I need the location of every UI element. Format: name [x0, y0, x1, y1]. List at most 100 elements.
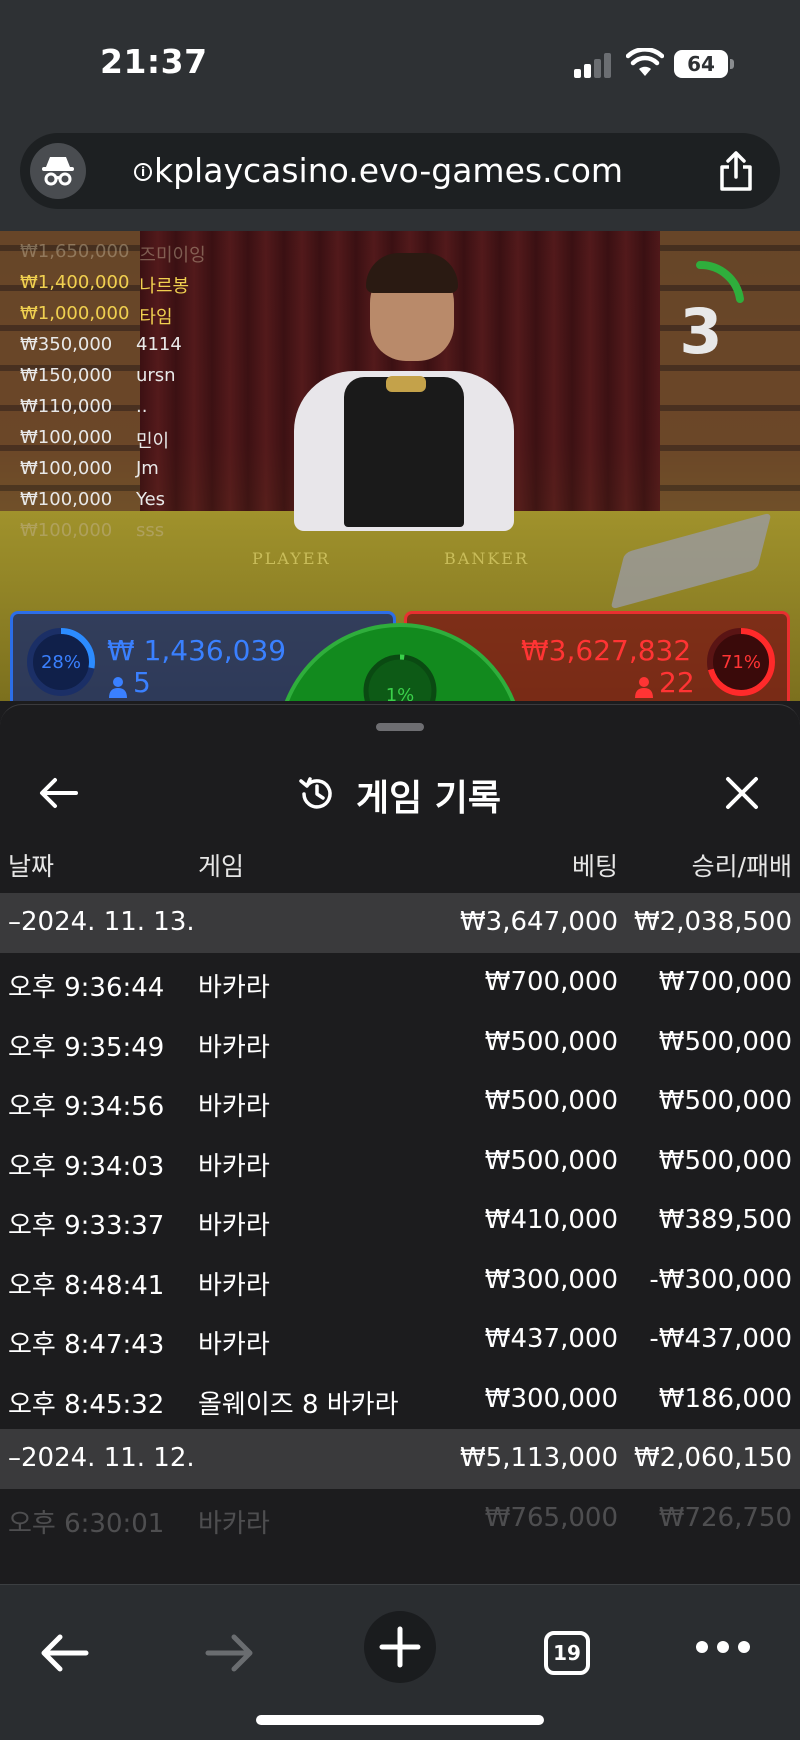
bettor-name: 나르봉 [139, 276, 190, 297]
row-bet: ₩437,000 [484, 1324, 618, 1354]
bettor-row: ₩1,000,000 타임 [20, 303, 206, 334]
status-bar: 21:37 64 [0, 0, 800, 125]
bettor-name: 민이 [136, 431, 170, 452]
row-time: 오후 9:34:56 [8, 1092, 165, 1122]
group-date: –2024. 11. 13. [8, 907, 195, 937]
bettor-amount: ₩1,000,000 [20, 303, 130, 324]
row-game: 바카라 [198, 973, 270, 1003]
site-info-icon[interactable]: i [134, 163, 152, 181]
dealer-bowtie [386, 376, 426, 392]
history-row[interactable]: 오후 8:47:43 바카라 ₩437,000 -₩437,000 [0, 1310, 800, 1370]
address-bar[interactable]: i kplaycasino.evo-games.com [20, 133, 780, 209]
browser-toolbar: 19 [0, 1584, 800, 1740]
column-header-game: 게임 [198, 852, 245, 881]
column-header-result: 승리/패배 [691, 852, 792, 881]
row-game: 바카라 [198, 1211, 270, 1241]
more-icon[interactable] [696, 1639, 750, 1655]
date-group-row[interactable]: –2024. 11. 13. ₩3,647,000 ₩2,038,500 [0, 893, 800, 953]
browser-address-area: i kplaycasino.evo-games.com [0, 125, 800, 231]
new-tab-button[interactable] [364, 1611, 436, 1683]
row-game: 올웨이즈 8 바카라 [198, 1389, 399, 1420]
history-row[interactable]: 오후 8:45:32 올웨이즈 8 바카라 ₩300,000 ₩186,000 [0, 1370, 800, 1430]
history-row[interactable]: 오후 8:48:41 바카라 ₩300,000 -₩300,000 [0, 1251, 800, 1311]
bettor-row: ₩100,000 민이 [20, 427, 206, 458]
bettor-name: Yes [136, 489, 166, 510]
row-game: 바카라 [198, 1270, 270, 1301]
bettor-row: ₩100,000 sss [20, 520, 206, 551]
table-label-player: PLAYER [252, 549, 331, 568]
bettor-amount: ₩350,000 [20, 334, 113, 355]
row-time: 오후 8:47:43 [8, 1330, 165, 1360]
bettor-name: sss [136, 520, 165, 541]
bettor-name: 4114 [136, 334, 182, 355]
row-time: 오후 9:36:44 [8, 973, 165, 1003]
bettor-amount: ₩100,000 [20, 520, 113, 541]
row-time: 오후 8:45:32 [8, 1389, 165, 1420]
history-icon [299, 777, 332, 809]
bettor-amount: ₩100,000 [20, 458, 113, 479]
row-result: -₩437,000 [649, 1324, 792, 1354]
row-bet: ₩300,000 [484, 1264, 618, 1295]
row-result: ₩500,000 [658, 1086, 792, 1116]
bettor-row: ₩100,000 Yes [20, 489, 206, 520]
home-indicator [256, 1715, 544, 1725]
close-icon[interactable] [722, 773, 762, 813]
bettor-amount: ₩110,000 [20, 396, 113, 417]
history-row[interactable]: 오후 9:35:49 바카라 ₩500,000 ₩500,000 [0, 1013, 800, 1073]
history-row[interactable]: 오후 9:36:44 바카라 ₩700,000 ₩700,000 [0, 953, 800, 1013]
row-time: 오후 9:35:49 [8, 1032, 165, 1063]
sheet-title: 게임 기록 [356, 778, 502, 819]
top-bettors-list: ₩1,650,000 즈미이잉 ₩1,400,000 나르봉 ₩1,000,000 타임 ₩… [20, 241, 206, 551]
bettor-name: ursn [136, 365, 176, 386]
tabs-button[interactable]: 19 [544, 1631, 590, 1675]
forward-icon[interactable] [200, 1623, 260, 1683]
history-row[interactable]: 오후 9:34:56 바카라 ₩500,000 ₩500,000 [0, 1072, 800, 1132]
player-user-icon [109, 677, 127, 698]
cellular-signal-icon [574, 52, 614, 78]
bettor-row: ₩1,650,000 즈미이잉 [20, 241, 206, 272]
banker-percent: 71% [720, 652, 761, 673]
bettor-amount: ₩1,400,000 [20, 272, 130, 293]
player-total: ₩ 1,436,039 [107, 634, 287, 667]
row-result: ₩726,750 [658, 1503, 792, 1533]
bettor-row: ₩100,000 Jm [20, 458, 206, 489]
row-result: ₩186,000 [658, 1383, 792, 1414]
status-time: 21:37 [100, 42, 208, 81]
group-date: –2024. 11. 12. [8, 1443, 195, 1473]
bettor-amount: ₩100,000 [20, 427, 113, 448]
row-game: 바카라 [198, 1151, 270, 1182]
history-row[interactable]: 오후 9:34:03 바카라 ₩500,000 ₩500,000 [0, 1132, 800, 1192]
row-result: ₩700,000 [658, 967, 792, 997]
date-group-row[interactable]: –2024. 11. 12. ₩5,113,000 ₩2,060,150 [0, 1429, 800, 1489]
countdown-number: 3 [679, 295, 723, 368]
row-game: 바카라 [198, 1330, 270, 1360]
back-icon[interactable] [34, 1623, 94, 1683]
plus-icon [379, 1626, 421, 1668]
bettor-amount: ₩100,000 [20, 489, 113, 510]
sheet-drag-handle[interactable] [376, 723, 424, 731]
game-history-sheet: 게임 기록 날짜 게임 베팅 승리/패배 –2024. 11. 13. ₩3,64… [0, 704, 800, 1584]
group-result-total: ₩2,060,150 [633, 1443, 792, 1473]
history-row[interactable]: 오후 6:30:01 바카라 ₩765,000 ₩726,750 [0, 1489, 800, 1549]
player-count: 5 [133, 666, 151, 699]
bettor-name: .. [136, 396, 148, 417]
battery-icon: 64 [674, 50, 734, 78]
row-bet: ₩765,000 [484, 1503, 618, 1533]
history-row[interactable]: 오후 9:33:37 바카라 ₩410,000 ₩389,500 [0, 1191, 800, 1251]
bettor-name: 즈미이잉 [139, 245, 206, 266]
banker-total: ₩3,627,832 [521, 634, 692, 667]
banker-count: 22 [659, 666, 695, 699]
url-text[interactable]: kplaycasino.evo-games.com [154, 151, 623, 190]
row-result: ₩500,000 [658, 1026, 792, 1057]
row-time: 오후 8:48:41 [8, 1270, 165, 1301]
sheet-header: 게임 기록 [0, 739, 800, 843]
share-icon[interactable] [716, 149, 756, 193]
row-time: 오후 9:34:03 [8, 1151, 165, 1182]
column-header-bet: 베팅 [571, 852, 618, 881]
bettor-row: ₩350,000 4114 [20, 334, 206, 365]
private-browsing-icon[interactable] [30, 143, 86, 199]
back-arrow-icon[interactable] [38, 777, 78, 809]
dealer-hair [366, 253, 458, 293]
row-result: ₩500,000 [658, 1145, 792, 1176]
bettor-row: ₩150,000 ursn [20, 365, 206, 396]
